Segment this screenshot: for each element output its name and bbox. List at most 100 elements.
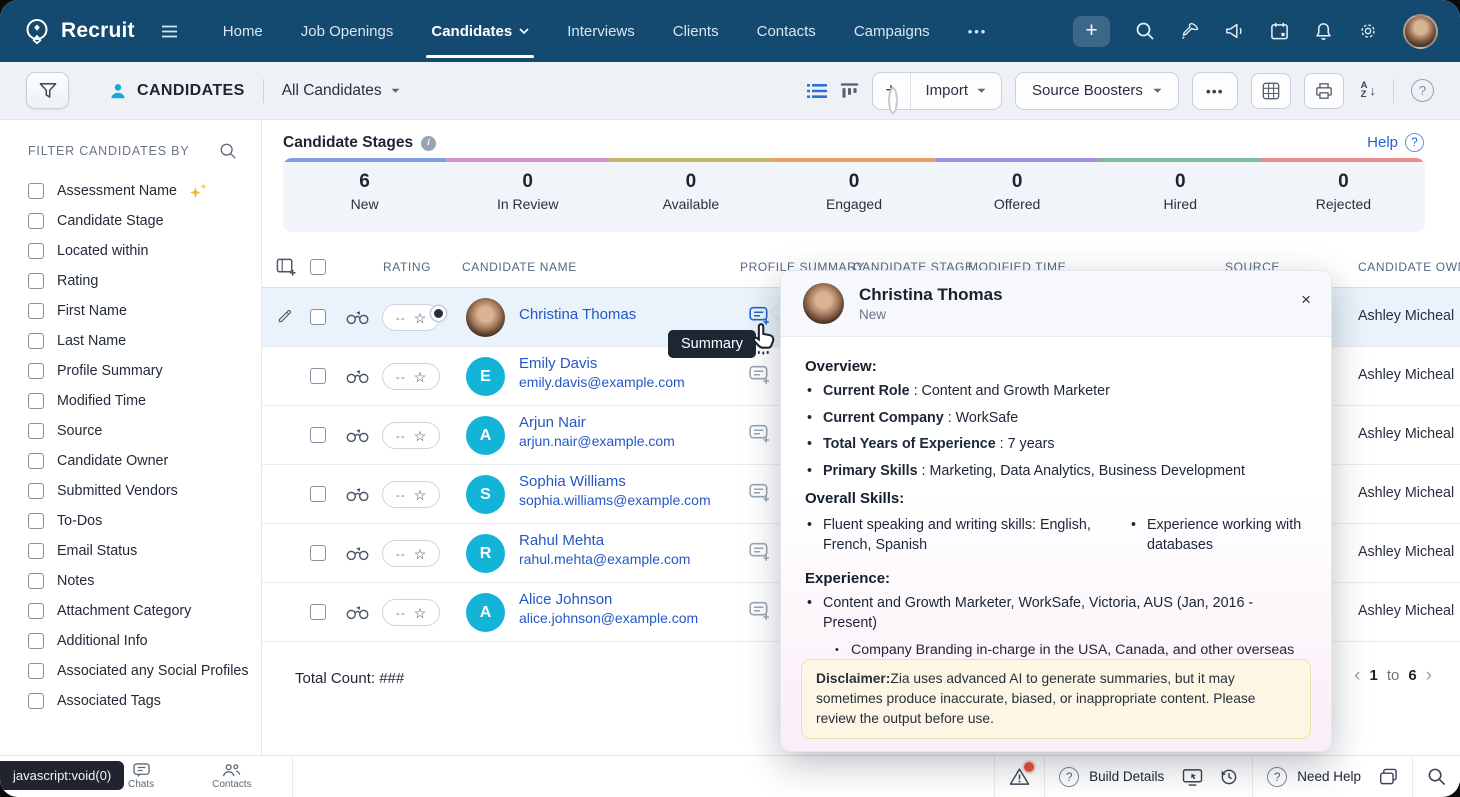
filter-option-additional-info[interactable]: Additional Info	[28, 626, 261, 656]
zia-summary-icon[interactable]	[749, 601, 771, 627]
filter-option-candidate-stage[interactable]: Candidate Stage	[28, 206, 261, 236]
announcement-icon[interactable]	[1225, 21, 1245, 41]
stage-new[interactable]: 6New	[283, 162, 446, 212]
build-details-label[interactable]: Build Details	[1089, 769, 1164, 784]
checkbox[interactable]	[28, 573, 44, 589]
checkbox[interactable]	[28, 303, 44, 319]
history-clock-icon[interactable]	[1219, 767, 1238, 786]
checkbox[interactable]	[28, 363, 44, 379]
checkbox[interactable]	[28, 603, 44, 619]
help-circle-icon[interactable]: ?	[1411, 79, 1434, 102]
candidate-name-link[interactable]: Sophia Williams	[519, 473, 711, 490]
tour-marker-dot[interactable]	[890, 92, 896, 110]
rating-pill[interactable]: --☆	[382, 363, 440, 390]
row-checkbox[interactable]	[310, 604, 326, 620]
column-header-candidate-name[interactable]: CANDIDATE NAME	[462, 260, 577, 274]
checkbox[interactable]	[28, 453, 44, 469]
user-avatar[interactable]	[1403, 14, 1438, 49]
prev-page-icon[interactable]: ‹	[1354, 666, 1360, 685]
checkbox[interactable]	[28, 513, 44, 529]
source-boosters-button[interactable]: Source Boosters	[1015, 72, 1179, 110]
rating-pill[interactable]: --☆	[382, 599, 440, 626]
need-help-label[interactable]: Need Help	[1297, 769, 1361, 784]
more-actions-button[interactable]: •••	[1192, 72, 1238, 110]
candidate-email-link[interactable]: sophia.williams@example.com	[519, 492, 711, 508]
notifications-bell-icon[interactable]	[1314, 21, 1333, 41]
settings-gear-icon[interactable]	[1358, 21, 1378, 41]
zia-summary-icon[interactable]	[749, 542, 771, 568]
import-button[interactable]: Import	[911, 82, 1002, 99]
copy-stack-icon[interactable]	[1379, 768, 1398, 786]
column-header-candidate-owner[interactable]: CANDIDATE OWNER	[1358, 260, 1460, 274]
row-checkbox[interactable]	[310, 368, 326, 384]
star-icon[interactable]: ☆	[414, 429, 427, 443]
binoculars-icon[interactable]	[346, 486, 369, 507]
stage-available[interactable]: 0Available	[609, 162, 772, 212]
warning-button[interactable]	[1009, 767, 1030, 786]
brand[interactable]: Recruit	[22, 16, 135, 46]
kanban-view-icon[interactable]	[840, 82, 859, 100]
tour-marker-dot[interactable]	[431, 306, 446, 321]
checkbox[interactable]	[28, 543, 44, 559]
monitor-icon[interactable]	[1182, 768, 1203, 786]
candidate-email-link[interactable]: arjun.nair@example.com	[519, 433, 675, 449]
filter-option-email-status[interactable]: Email Status	[28, 536, 261, 566]
filter-option-profile-summary[interactable]: Profile Summary	[28, 356, 261, 386]
stage-engaged[interactable]: 0Engaged	[772, 162, 935, 212]
star-icon[interactable]: ☆	[414, 311, 427, 325]
binoculars-icon[interactable]	[346, 604, 369, 625]
zia-summary-icon[interactable]	[749, 365, 771, 391]
row-checkbox[interactable]	[310, 309, 326, 325]
star-icon[interactable]: ☆	[414, 488, 427, 502]
calendar-icon[interactable]	[1270, 21, 1289, 41]
filter-option-last-name[interactable]: Last Name	[28, 326, 261, 356]
next-page-icon[interactable]: ›	[1426, 666, 1432, 685]
rating-pill[interactable]: --☆	[382, 481, 440, 508]
rating-pill[interactable]: --☆	[382, 540, 440, 567]
row-checkbox[interactable]	[310, 486, 326, 502]
rating-pill[interactable]: --☆	[382, 422, 440, 449]
star-icon[interactable]: ☆	[414, 370, 427, 384]
filter-option-attachment-category[interactable]: Attachment Category	[28, 596, 261, 626]
filter-option-modified-time[interactable]: Modified Time	[28, 386, 261, 416]
checkbox[interactable]	[28, 693, 44, 709]
checkbox[interactable]	[28, 333, 44, 349]
select-all-checkbox[interactable]	[310, 259, 326, 275]
search-icon[interactable]	[1427, 767, 1446, 786]
nav-contacts[interactable]: Contacts	[738, 0, 835, 62]
close-icon[interactable]: ×	[1301, 291, 1311, 308]
checkbox[interactable]	[28, 393, 44, 409]
binoculars-icon[interactable]	[346, 368, 369, 389]
checkbox[interactable]	[28, 243, 44, 259]
binoculars-icon[interactable]	[346, 545, 369, 566]
stage-hired[interactable]: 0Hired	[1099, 162, 1262, 212]
filter-option-to-dos[interactable]: To-Dos	[28, 506, 261, 536]
stage-in-review[interactable]: 0In Review	[446, 162, 609, 212]
filter-option-located-within[interactable]: Located within	[28, 236, 261, 266]
zia-summary-icon[interactable]	[749, 483, 771, 509]
candidate-email-link[interactable]: alice.johnson@example.com	[519, 610, 698, 626]
checkbox[interactable]	[28, 423, 44, 439]
chats-button[interactable]: Chats	[128, 763, 154, 790]
nav-campaigns[interactable]: Campaigns	[835, 0, 949, 62]
checkbox[interactable]	[28, 663, 44, 679]
table-view-button[interactable]	[1251, 73, 1291, 109]
filter-button[interactable]	[26, 72, 69, 109]
search-icon[interactable]	[219, 142, 237, 160]
candidate-name-link[interactable]: Emily Davis	[519, 355, 685, 372]
filter-option-source[interactable]: Source	[28, 416, 261, 446]
nav-candidates[interactable]: Candidates	[412, 0, 548, 62]
info-icon[interactable]: i	[421, 136, 436, 151]
nav-clients[interactable]: Clients	[654, 0, 738, 62]
rocket-icon[interactable]	[1180, 21, 1200, 41]
nav-home[interactable]: Home	[204, 0, 282, 62]
filter-option-notes[interactable]: Notes	[28, 566, 261, 596]
contacts-button[interactable]: Contacts	[212, 763, 251, 790]
checkbox[interactable]	[28, 213, 44, 229]
filter-option-associated-any-social-profiles[interactable]: Associated any Social Profiles	[28, 656, 261, 686]
candidate-email-link[interactable]: emily.davis@example.com	[519, 374, 685, 390]
column-header-rating[interactable]: RATING	[383, 260, 431, 274]
binoculars-icon[interactable]	[346, 309, 369, 330]
list-view-icon[interactable]	[807, 83, 827, 99]
add-column-icon[interactable]	[276, 257, 297, 282]
